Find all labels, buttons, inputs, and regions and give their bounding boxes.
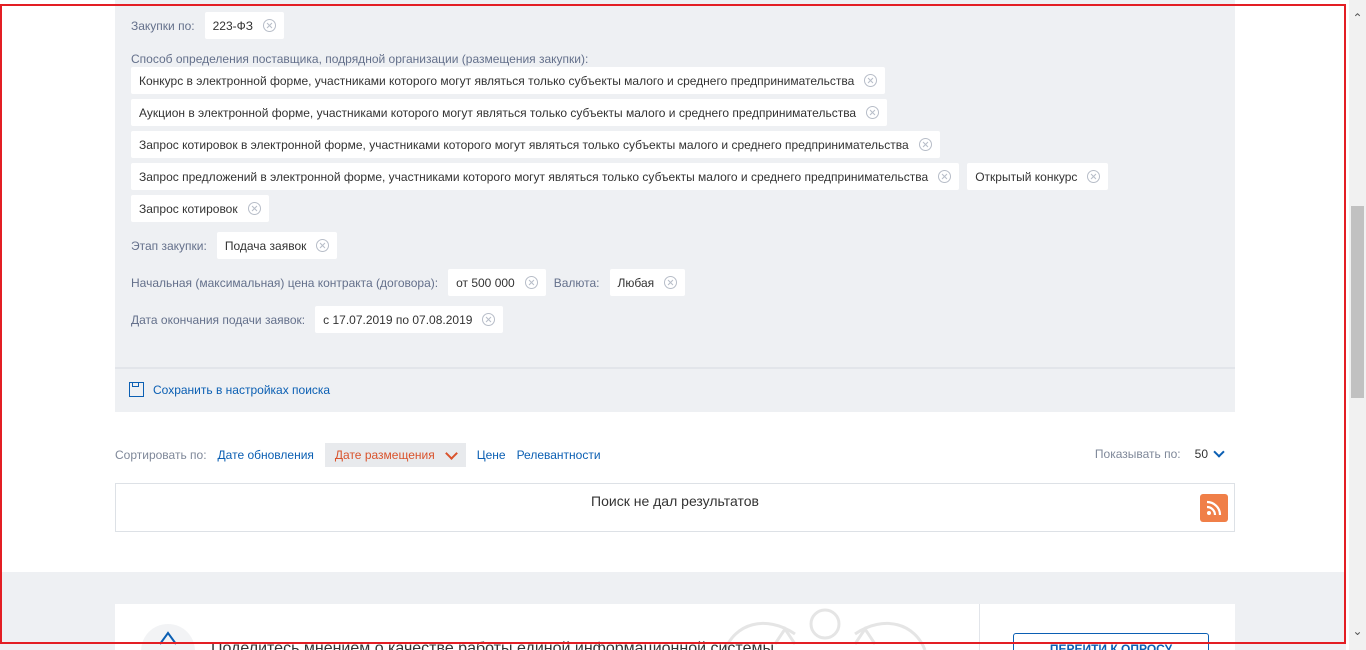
scroll-thumb[interactable] [1351,206,1364,398]
purchases-chip: 223-ФЗ [204,12,284,39]
chevron-down-icon [444,446,458,460]
method-chips-line-3: Запрос котировок в электронной форме, уч… [131,131,948,158]
price-label: Начальная (максимальная) цена контракта … [131,275,439,290]
remove-chip-icon[interactable] [866,106,880,119]
sort-option-published[interactable]: Дате размещения [324,443,466,467]
method-chip: Открытый конкурс [967,163,1109,190]
sort-option-relevance[interactable]: Релевантности [517,448,601,462]
method-chip: Запрос котировок [131,195,269,222]
method-chips-line-5: Запрос котировок [131,195,277,222]
method-label: Способ определения поставщика, подрядной… [131,52,589,66]
method-chips-line-4: Запрос предложений в электронной форме, … [131,163,1116,190]
panel-divider [115,367,1235,369]
chevron-down-icon [1213,445,1225,458]
method-chips-line-2: Аукцион в электронной форме, участниками… [131,99,895,126]
purchases-row: Закупки по: 223-ФЗ [131,12,292,39]
survey-text: Поделитесь мнением о качестве работы еди… [211,640,774,650]
sort-label: Сортировать по: [115,448,207,462]
filter-summary-panel: Закупки по: 223-ФЗ Способ определения по… [115,0,1235,412]
survey-icon [141,624,195,650]
stage-label: Этап закупки: [131,238,207,253]
floppy-disk-icon [129,382,144,397]
no-results-message: Поиск не дал результатов [591,493,759,509]
method-chip: Запрос котировок в электронной форме, уч… [131,131,940,158]
remove-chip-icon[interactable] [263,19,276,32]
rss-icon[interactable] [1200,494,1228,522]
sort-bar: Сортировать по: Дате обновления Дате раз… [115,442,1235,468]
remove-chip-icon[interactable] [247,202,261,215]
currency-label: Валюта: [553,275,600,290]
method-chip: Аукцион в электронной форме, участниками… [131,99,888,126]
deadline-label: Дата окончания подачи заявок: [131,312,306,327]
sort-option-updated[interactable]: Дате обновления [218,448,314,462]
currency-chip: Любая [609,269,686,296]
remove-chip-icon[interactable] [864,74,878,87]
method-chip: Конкурс в электронной форме, участниками… [131,67,886,94]
page-size-value: 50 [1194,447,1208,461]
stage-row: Этап закупки: Подача заявок [131,232,345,259]
vertical-scrollbar[interactable]: ⌃ ⌄ [1349,0,1366,650]
price-chip: от 500 000 [448,269,546,296]
price-row: Начальная (максимальная) цена контракта … [131,269,693,296]
remove-chip-icon[interactable] [1087,170,1101,183]
method-chip: Запрос предложений в электронной форме, … [131,163,960,190]
page-size-selector[interactable]: Показывать по: 50 [1094,445,1225,461]
deadline-chip: с 17.07.2019 по 07.08.2019 [315,306,504,333]
remove-chip-icon[interactable] [918,138,932,151]
sort-option-price[interactable]: Цене [477,448,506,462]
save-search-link[interactable]: Сохранить в настройках поиска [129,382,330,397]
save-search-label: Сохранить в настройках поиска [153,382,331,397]
remove-chip-icon[interactable] [316,239,330,252]
remove-chip-icon[interactable] [524,276,538,289]
scroll-down-icon[interactable]: ⌄ [1349,623,1366,640]
page-size-label: Показывать по: [1094,447,1181,461]
remove-chip-icon[interactable] [938,170,952,183]
scroll-up-icon[interactable]: ⌃ [1349,10,1366,27]
purchases-label: Закупки по: [131,18,195,33]
card-divider [979,604,980,650]
go-to-survey-button[interactable]: ПЕРЕЙТИ К ОПРОСУ [1013,633,1209,650]
remove-chip-icon[interactable] [664,276,678,289]
deadline-row: Дата окончания подачи заявок: с 17.07.20… [131,306,511,333]
method-chips-line-1: Конкурс в электронной форме, участниками… [131,67,893,94]
survey-card: Поделитесь мнением о качестве работы еди… [115,604,1235,650]
remove-chip-icon[interactable] [482,313,496,326]
results-box: Поиск не дал результатов [115,483,1235,532]
stage-chip: Подача заявок [216,232,338,259]
